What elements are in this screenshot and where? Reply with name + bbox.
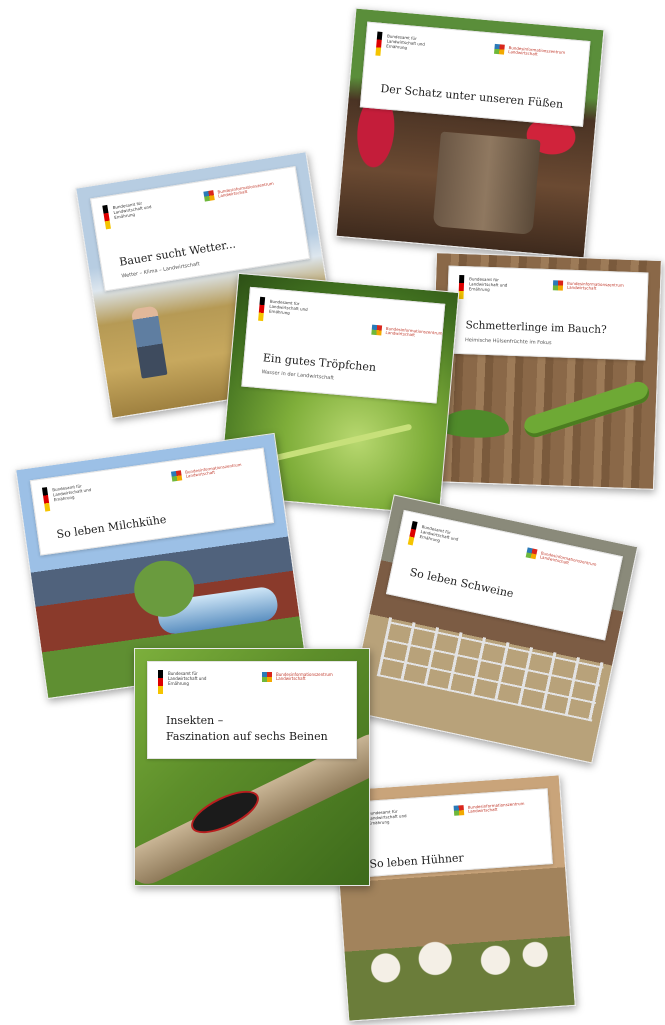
card-header: Bundesamt für Landwirtschaft und Ernähru… — [90, 166, 311, 292]
card-header: Bundesamt für Landwirtschaft und Ernähru… — [147, 661, 357, 759]
ble-logo — [371, 324, 383, 336]
pea-pod — [521, 378, 652, 441]
chickens — [353, 926, 558, 1000]
card-header: Bundesamt für Landwirtschaft und Ernähru… — [385, 509, 623, 641]
center-name: Bundesinformationszentrum Landwirtschaft — [566, 280, 624, 291]
card-title-line2: Faszination auf sechs Beinen — [166, 730, 328, 743]
ministry-name: Bundesamt für Landwirtschaft und Ernähru… — [386, 33, 426, 51]
card-title: So leben Schweine — [408, 565, 515, 601]
ministry-name: Bundesamt für Landwirtschaft und Ernähru… — [419, 524, 459, 544]
brochure-card-pigs[interactable]: Bundesamt für Landwirtschaft und Ernähru… — [347, 494, 639, 764]
ministry-logo — [102, 204, 111, 230]
card-header: Bundesamt für Landwirtschaft und Ernähru… — [359, 21, 591, 127]
ministry-logo — [258, 296, 266, 322]
center-name: Bundesinformationszentrum Landwirtschaft — [385, 325, 443, 338]
ministry-logo — [458, 274, 465, 300]
card-title: Der Schatz unter unseren Füßen — [379, 82, 564, 111]
card-title: So leben Milchkühe — [55, 512, 168, 542]
pot-shape — [432, 131, 541, 235]
ble-logo — [525, 547, 538, 560]
card-subtitle: Wasser in der Landwirtschaft — [261, 369, 335, 382]
ministry-logo — [375, 31, 383, 56]
card-title: So leben Hühner — [368, 851, 465, 871]
card-title: Insekten – — [166, 714, 224, 727]
ble-logo — [203, 190, 215, 202]
card-header: Bundesamt für Landwirtschaft und Ernähru… — [346, 788, 553, 879]
pea-leaves — [438, 408, 510, 439]
ministry-name: Bundesamt für Landwirtschaft und Ernähru… — [112, 200, 152, 220]
center-name: Bundesinformationszentrum Landwirtschaft — [217, 180, 275, 199]
ministry-name: Bundesamt für Landwirtschaft und Ernähru… — [168, 671, 207, 686]
ministry-logo — [158, 670, 163, 694]
card-header: Bundesamt für Landwirtschaft und Ernähru… — [241, 286, 446, 404]
ble-logo — [262, 672, 272, 682]
center-name: Bundesinformationszentrum Landwirtschaft — [539, 550, 597, 568]
card-subtitle: Heimische Hülsenfrüchte im Fokus — [464, 337, 552, 347]
ministry-name: Bundesamt für Landwirtschaft und Ernähru… — [367, 808, 407, 826]
center-name: Bundesinformationszentrum Landwirtschaft — [467, 800, 525, 814]
ble-logo — [453, 805, 465, 816]
ble-logo — [170, 470, 183, 482]
ministry-logo — [407, 520, 418, 546]
ministry-name: Bundesamt für Landwirtschaft und Ernähru… — [268, 298, 308, 316]
ministry-name: Bundesamt für Landwirtschaft und Ernähru… — [52, 483, 92, 503]
center-name: Bundesinformationszentrum Landwirtschaft — [508, 45, 566, 57]
brochure-card-legumes[interactable]: Bundesamt für Landwirtschaft und Ernähru… — [428, 252, 662, 490]
center-name: Bundesinformationszentrum Landwirtschaft — [276, 672, 333, 681]
ble-logo — [493, 43, 505, 55]
card-header: Bundesamt für Landwirtschaft und Ernähru… — [29, 447, 275, 556]
ble-logo — [552, 280, 564, 291]
card-header: Bundesamt für Landwirtschaft und Ernähru… — [445, 265, 649, 361]
center-name: Bundesinformationszentrum Landwirtschaft — [184, 461, 242, 479]
ministry-logo — [41, 487, 51, 512]
brochure-card-soil[interactable]: Bundesamt für Landwirtschaft und Ernähru… — [335, 7, 605, 259]
ministry-name: Bundesamt für Landwirtschaft und Ernähru… — [468, 276, 508, 293]
farmer-figure — [130, 305, 168, 379]
card-title: Schmetterlinge im Bauch? — [465, 319, 607, 337]
brochure-card-insects[interactable]: Bundesamt für Landwirtschaft und Ernähru… — [134, 648, 370, 886]
